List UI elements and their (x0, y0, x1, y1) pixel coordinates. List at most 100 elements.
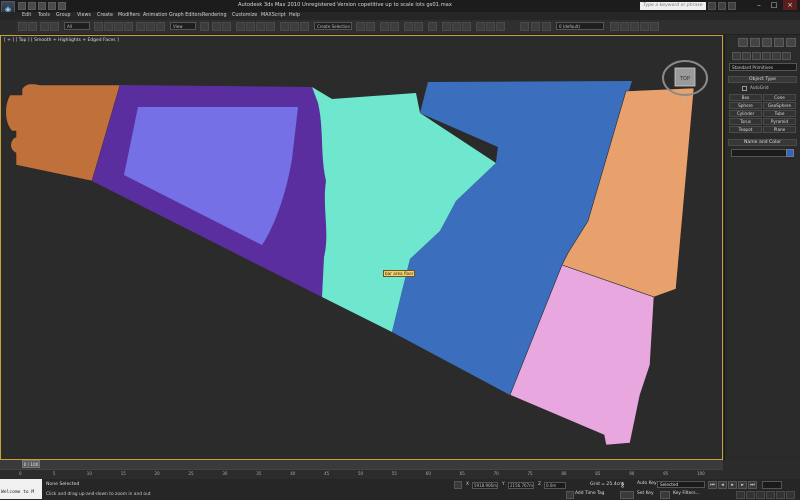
mirror-tool-icon[interactable] (356, 22, 365, 31)
angle-snap-icon[interactable] (246, 22, 255, 31)
menu-create[interactable]: Create (97, 12, 113, 20)
selection-filter-dropdown[interactable]: All (64, 22, 90, 30)
autogrid-checkbox[interactable] (742, 86, 747, 91)
mirror-icon[interactable] (290, 22, 299, 31)
star-icon[interactable] (718, 2, 726, 10)
helpers-icon[interactable] (772, 52, 781, 60)
select-manipulate-icon[interactable] (212, 22, 221, 31)
layer-render-icon[interactable] (542, 22, 551, 31)
graphite-icon[interactable] (390, 22, 399, 31)
key-icon[interactable]: ⚷ (620, 482, 634, 489)
maximize-viewport-icon[interactable] (786, 491, 795, 499)
link-icon[interactable] (40, 22, 49, 31)
scale-icon[interactable] (156, 22, 165, 31)
primitive-type-dropdown[interactable]: Standard Primitives (729, 63, 797, 71)
minimize-icon[interactable]: – (752, 0, 766, 10)
scene-canvas[interactable] (0, 35, 723, 460)
undo-icon[interactable] (48, 2, 56, 10)
save-file-icon[interactable] (38, 2, 46, 10)
layer-highlight-icon[interactable] (640, 22, 649, 31)
layer-manager-icon[interactable] (380, 22, 389, 31)
teapot-button[interactable]: Teapot (729, 126, 762, 133)
render-icon[interactable] (462, 22, 471, 31)
cylinder-button[interactable]: Cylinder (729, 110, 762, 117)
next-frame-icon[interactable]: ▸ (738, 481, 747, 489)
time-slider-thumb[interactable]: 0 / 100 (22, 460, 40, 468)
cameras-icon[interactable] (762, 52, 771, 60)
rotate-icon[interactable] (146, 22, 155, 31)
object-color-swatch[interactable] (786, 149, 794, 157)
layer-current-icon[interactable] (650, 22, 659, 31)
layer-selected-icon[interactable] (630, 22, 639, 31)
pan-icon[interactable] (776, 491, 785, 499)
set-key-button[interactable]: Set Key (637, 491, 654, 496)
menu-modifiers[interactable]: Modifiers (118, 12, 140, 20)
layer-new-icon[interactable] (620, 22, 629, 31)
geosphere-button[interactable]: GeoSphere (763, 102, 796, 109)
key-filters-button[interactable]: Key Filters... (673, 491, 700, 496)
percent-snap-icon[interactable] (256, 22, 265, 31)
open-file-icon[interactable] (28, 2, 36, 10)
play-icon[interactable]: ▸ (728, 481, 737, 489)
spinner-snap-icon[interactable] (266, 22, 275, 31)
layer-move-icon[interactable] (496, 22, 505, 31)
cone-button[interactable]: Cone (763, 94, 796, 101)
zoom-icon[interactable] (736, 491, 745, 499)
create-tab-icon[interactable] (738, 38, 748, 47)
z-coordinate-field[interactable]: 0.0m (544, 482, 566, 489)
maxscript-listener[interactable] (0, 479, 42, 499)
edit-named-sets-icon[interactable] (280, 22, 289, 31)
layer-freeze-icon[interactable] (531, 22, 540, 31)
lights-icon[interactable] (752, 52, 761, 60)
current-frame-field[interactable] (762, 481, 782, 489)
search-input[interactable]: Type a keyword or phrase (640, 2, 706, 10)
menu-customize[interactable]: Customize (232, 12, 257, 20)
sphere-button[interactable]: Sphere (729, 102, 762, 109)
geometry-icon[interactable] (732, 52, 741, 60)
undo-tool-icon[interactable] (18, 22, 27, 31)
zoom-extents-icon[interactable] (756, 491, 765, 499)
reference-coord-dropdown[interactable]: View (170, 22, 196, 30)
key-mode-dropdown[interactable]: Selected (657, 481, 705, 488)
layer-dropdown[interactable]: 0 (default) (556, 22, 604, 30)
menu-views[interactable]: Views (77, 12, 91, 20)
menu-graph-editors[interactable]: Graph Editors (169, 12, 202, 20)
move-icon[interactable] (136, 22, 145, 31)
modify-tab-icon[interactable] (750, 38, 760, 47)
align-tool-icon[interactable] (366, 22, 375, 31)
help-icon[interactable] (728, 2, 736, 10)
snap-toggle-icon[interactable] (236, 22, 245, 31)
viewcube-icon[interactable]: TOP S (660, 58, 710, 108)
select-by-name-icon[interactable] (104, 22, 113, 31)
set-key-icon[interactable] (620, 491, 634, 499)
go-to-end-icon[interactable]: ⏭ (748, 481, 757, 489)
add-time-tag[interactable]: Add Time Tag (575, 491, 604, 496)
rect-selection-icon[interactable] (114, 22, 123, 31)
menu-edit[interactable]: Edit (22, 12, 31, 20)
display-tab-icon[interactable] (786, 38, 796, 47)
material-editor-icon[interactable] (428, 22, 437, 31)
auto-key-button[interactable]: Auto Key (637, 481, 657, 486)
window-crossing-icon[interactable] (124, 22, 133, 31)
curve-editor-icon[interactable] (404, 22, 413, 31)
redo-icon[interactable] (58, 2, 66, 10)
y-coordinate-field[interactable]: 2156.767m (508, 482, 534, 489)
lock-selection-icon[interactable] (454, 481, 462, 489)
layer-add-icon[interactable] (476, 22, 485, 31)
rendered-frame-icon[interactable] (452, 22, 461, 31)
object-name-field[interactable] (731, 149, 793, 157)
layer-props-icon[interactable] (610, 22, 619, 31)
menu-help[interactable]: Help (289, 12, 300, 20)
render-setup-icon[interactable] (442, 22, 451, 31)
new-file-icon[interactable] (18, 2, 26, 10)
binoculars-icon[interactable] (708, 2, 716, 10)
torus-button[interactable]: Torus (729, 118, 762, 125)
tube-button[interactable]: Tube (763, 110, 796, 117)
pivot-center-icon[interactable] (200, 22, 209, 31)
redo-tool-icon[interactable] (28, 22, 37, 31)
time-slider[interactable] (0, 460, 723, 469)
layer-visibility-icon[interactable] (520, 22, 529, 31)
select-object-icon[interactable] (94, 22, 103, 31)
name-and-color-rollout[interactable]: Name and Color (728, 139, 797, 146)
motion-tab-icon[interactable] (774, 38, 784, 47)
